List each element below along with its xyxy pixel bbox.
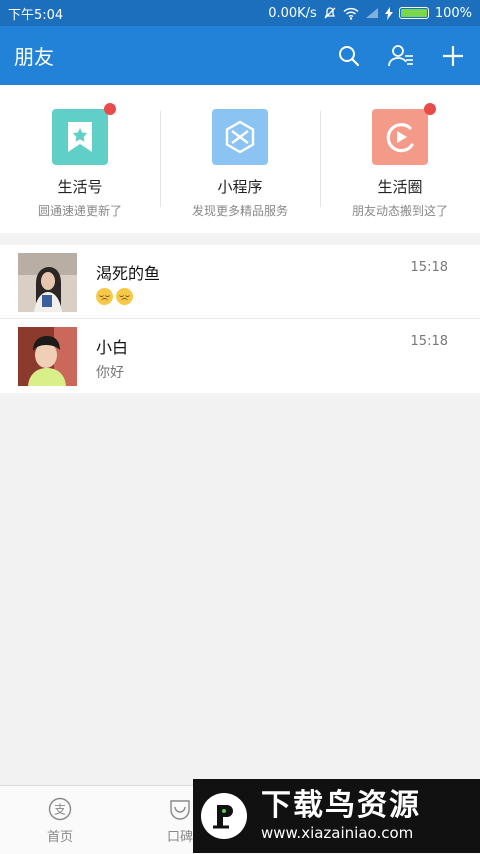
badge-dot [104, 103, 116, 115]
wifi-icon [343, 7, 359, 20]
chat-time: 15:18 [410, 334, 448, 349]
chat-time: 15:18 [410, 260, 448, 275]
header-actions [336, 43, 466, 69]
page-title: 朋友 [14, 45, 54, 69]
entry-mini-program[interactable]: 小程序 发现更多精品服务 [160, 85, 320, 233]
koubei-icon [167, 796, 193, 822]
add-button[interactable] [440, 43, 466, 69]
quick-entries: 生活号 圆通速递更新了 小程序 发现更多精品服务 生活圈 朋友动态搬到这了 [0, 85, 480, 233]
life-circle-icon [386, 123, 414, 153]
chat-row[interactable]: 渴死的鱼 15:18 😔😔 [0, 245, 480, 319]
entry-subtitle: 圆通速递更新了 [37, 204, 122, 218]
search-button[interactable] [336, 43, 362, 69]
chat-message: 你好 [96, 365, 124, 381]
entry-life-account[interactable]: 生活号 圆通速递更新了 [0, 85, 160, 233]
tab-label: 口碑 [166, 830, 193, 845]
signal-icon [365, 8, 378, 18]
watermark-url: www.xiazainiao.com [261, 824, 414, 842]
plus-icon [443, 45, 463, 66]
watermark-text: 下载鸟资源 www.xiazainiao.com [261, 789, 421, 843]
life-circle-tile [372, 103, 436, 165]
entry-label: 生活圈 [377, 178, 423, 196]
watermark: 下载鸟资源 www.xiazainiao.com [193, 779, 480, 853]
charging-icon [384, 6, 393, 20]
chat-name: 渴死的鱼 [96, 264, 161, 283]
network-speed: 0.00K/s [268, 5, 317, 21]
status-indicators: 0.00K/s 100% [268, 6, 472, 21]
battery-icon [398, 7, 429, 19]
silent-icon [324, 7, 336, 19]
entry-label: 生活号 [57, 178, 103, 196]
avatar [18, 327, 77, 386]
life-account-tile [52, 103, 116, 165]
bookmark-star-icon [68, 122, 92, 152]
avatar [18, 253, 77, 312]
status-time: 下午5:04 [8, 7, 64, 23]
chat-list: 渴死的鱼 15:18 😔😔 小白 15:18 你好 [0, 245, 480, 393]
bird-logo-icon [201, 793, 247, 839]
battery-level: 100% [434, 5, 472, 21]
entry-subtitle: 发现更多精品服务 [191, 204, 288, 218]
badge-dot [424, 103, 436, 115]
entry-label: 小程序 [217, 178, 263, 196]
status-bar: 下午5:04 0.00K/s 100% [0, 0, 480, 26]
tab-label: 首页 [46, 830, 73, 845]
pensive-emoji-icon [96, 288, 113, 305]
pensive-emoji-icon [116, 288, 133, 305]
chat-name: 小白 [96, 338, 129, 357]
tab-home[interactable]: 支 首页 [0, 786, 120, 854]
mini-program-tile [212, 109, 268, 165]
chat-row[interactable]: 小白 15:18 你好 [0, 319, 480, 393]
entry-subtitle: 朋友动态搬到这了 [351, 204, 448, 218]
contacts-button[interactable] [388, 43, 414, 69]
search-icon [339, 45, 360, 66]
mini-program-icon [225, 120, 255, 154]
contacts-icon [388, 44, 413, 66]
app-header: 朋友 [0, 26, 480, 85]
watermark-title: 下载鸟资源 [261, 788, 421, 823]
home-icon: 支 [47, 796, 73, 822]
chat-message-emoji [96, 288, 136, 305]
svg-text:支: 支 [54, 803, 66, 817]
entry-life-circle[interactable]: 生活圈 朋友动态搬到这了 [320, 85, 480, 233]
